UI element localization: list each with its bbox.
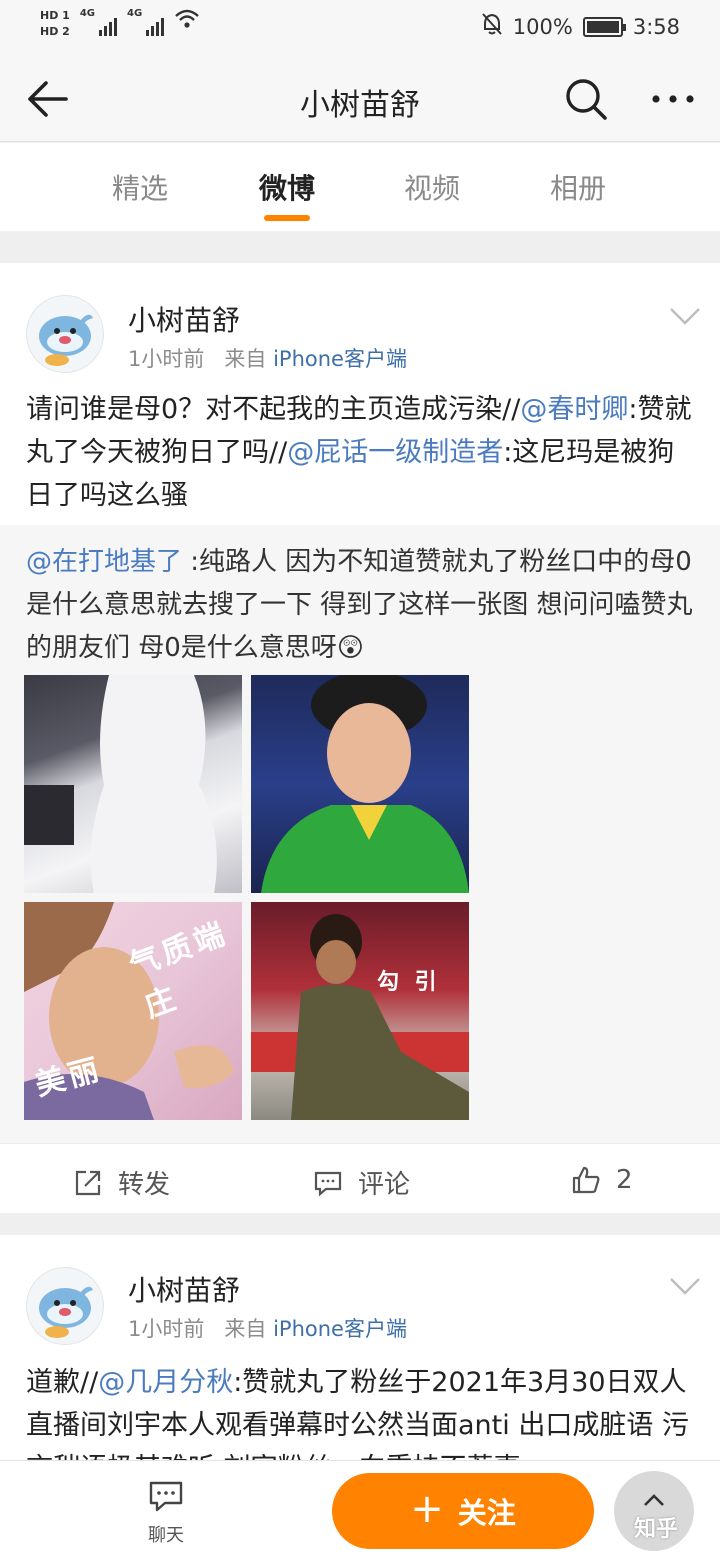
header-bar: 小树苗舒 — [0, 56, 720, 142]
share-icon — [75, 1170, 101, 1195]
battery-charging-icon — [582, 16, 626, 37]
status-bar: HD 1 HD 2 4G 4G 100% 3:58 — [0, 0, 720, 56]
repost-text: @在打地基了 :纯路人 因为不知道赞就丸了粉丝口中的母0是什么意思就去搜了一下 … — [26, 541, 696, 670]
thumbs-up-icon — [572, 1166, 600, 1194]
post-text-segment: 道歉// — [26, 1367, 99, 1398]
post-source[interactable]: iPhone客户端 — [273, 1317, 407, 1341]
repost-block[interactable]: @在打地基了 :纯路人 因为不知道赞就丸了粉丝口中的母0是什么意思就去搜了一下 … — [0, 525, 720, 1143]
tab-bar: 精选 微博 视频 相册 — [0, 143, 720, 231]
post-image[interactable]: 气质端庄 美丽 — [24, 902, 242, 1120]
post-image[interactable] — [24, 675, 242, 893]
post-text: 请问谁是母0？对不起我的主页造成污染//@春时卿:赞就丸了今天被狗日了吗//@屁… — [26, 388, 696, 517]
post-time: 1小时前 — [128, 1317, 205, 1341]
post-image[interactable]: 勾 引 — [251, 902, 469, 1120]
divider — [0, 231, 720, 245]
dolphin-avatar-icon — [39, 1286, 93, 1338]
avatar[interactable] — [26, 1267, 104, 1345]
chat-button[interactable]: 聊天 — [130, 1479, 202, 1547]
tab-featured[interactable]: 精选 — [80, 167, 200, 207]
hd2-label: HD 2 — [40, 25, 70, 38]
dolphin-avatar-icon — [39, 314, 93, 366]
astonished-emoji-icon: 😲 — [336, 633, 364, 663]
weibo-post: 小树苗舒 1小时前 来自 iPhone客户端 请问谁是母0？对不起我的主页造成污… — [0, 263, 720, 1219]
tab-weibo[interactable]: 微博 — [227, 167, 347, 207]
chevron-down-icon[interactable] — [668, 305, 702, 327]
clock: 3:58 — [632, 14, 680, 39]
chat-icon — [149, 1481, 183, 1512]
repost-button[interactable]: 转发 — [72, 1164, 170, 1201]
comment-label: 评论 — [358, 1170, 411, 1200]
active-tab-indicator — [264, 215, 310, 221]
weibo-post: 小树苗舒 1小时前 来自 iPhone客户端 道歉//@几月分秋:赞就丸了粉丝于… — [0, 1235, 720, 1484]
post-meta: 1小时前 来自 iPhone客户端 — [128, 343, 407, 373]
bottom-bar: 聊天 + 关注 知乎 — [0, 1460, 720, 1560]
mute-bell-icon — [481, 12, 503, 41]
like-button[interactable]: 2 — [570, 1164, 633, 1196]
mention-link[interactable]: @屁话一级制造者 — [287, 437, 503, 468]
image-caption: 勾 引 — [377, 970, 441, 995]
post-source-prefix: 来自 — [224, 347, 267, 371]
page-title: 小树苗舒 — [300, 88, 420, 123]
wifi-icon — [174, 8, 200, 37]
tab-album[interactable]: 相册 — [518, 167, 638, 207]
post-author[interactable]: 小树苗舒 — [128, 299, 240, 339]
post-author[interactable]: 小树苗舒 — [128, 1269, 240, 1309]
search-icon — [566, 79, 607, 120]
more-button[interactable] — [650, 78, 696, 120]
mention-link[interactable]: @春时卿 — [520, 394, 628, 425]
repost-label: 转发 — [118, 1170, 171, 1200]
chat-label: 聊天 — [148, 1525, 184, 1546]
divider — [0, 1213, 720, 1235]
post-source[interactable]: iPhone客户端 — [273, 347, 407, 371]
post-actions: 转发 评论 2 — [0, 1143, 720, 1219]
hd-indicator: HD 1 HD 2 — [40, 8, 70, 40]
post-source-prefix: 来自 — [224, 1317, 267, 1341]
post-text-segment: 请问谁是母0？对不起我的主页造成污染// — [26, 394, 521, 425]
watermark-text: 知乎 — [634, 1517, 679, 1542]
post-meta: 1小时前 来自 iPhone客户端 — [128, 1313, 407, 1343]
battery-percent: 100% — [512, 14, 573, 39]
network1-label: 4G — [79, 8, 95, 19]
follow-button[interactable]: + 关注 — [332, 1473, 594, 1549]
chevron-down-icon[interactable] — [668, 1275, 702, 1297]
more-dots-icon — [652, 95, 694, 103]
signal-icon: 4G — [80, 8, 117, 36]
search-button[interactable] — [563, 76, 609, 122]
post-image[interactable] — [251, 675, 469, 893]
mention-link[interactable]: @在打地基了 — [26, 547, 182, 577]
comment-icon — [314, 1171, 342, 1196]
mention-link[interactable]: @几月分秋 — [98, 1367, 233, 1398]
like-count: 2 — [616, 1165, 633, 1195]
hd1-label: HD 1 — [40, 9, 70, 22]
tab-video[interactable]: 视频 — [372, 167, 492, 207]
follow-label: 关注 — [457, 1496, 516, 1530]
network2-label: 4G — [127, 8, 143, 19]
post-time: 1小时前 — [128, 347, 205, 371]
comment-button[interactable]: 评论 — [312, 1164, 410, 1201]
avatar[interactable] — [26, 295, 104, 373]
signal-icon: 4G — [127, 8, 165, 36]
plus-icon: + — [410, 1486, 444, 1532]
